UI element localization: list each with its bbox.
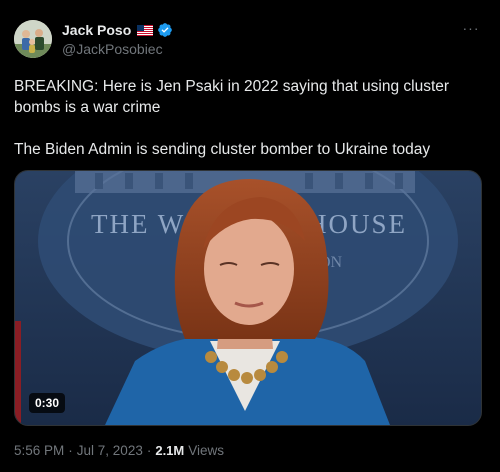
video-thumbnail: THE W HOUSE ON [15, 171, 481, 425]
more-options-icon[interactable]: ··· [460, 20, 482, 36]
tweet-text: BREAKING: Here is Jen Psaki in 2022 sayi… [14, 78, 450, 158]
meta-separator-2: · [146, 443, 152, 458]
meta-separator: · [68, 443, 73, 458]
us-flag-icon [137, 24, 154, 36]
tweet: Jack Poso @JackPosobiec ··· BREAKING: He… [0, 0, 500, 472]
user-handle[interactable]: @JackPosobiec [62, 41, 173, 57]
views-count: 2.1M [155, 443, 185, 458]
name-row: Jack Poso [62, 21, 173, 39]
avatar[interactable] [14, 20, 52, 58]
tweet-time[interactable]: 5:56 PM [14, 443, 64, 458]
views-label: Views [188, 443, 225, 458]
video-player[interactable]: THE W HOUSE ON 0:30 [14, 170, 482, 426]
author-block: Jack Poso @JackPosobiec [62, 21, 173, 57]
tweet-date[interactable]: Jul 7, 2023 [77, 443, 143, 458]
tweet-metadata: 5:56 PM · Jul 7, 2023 · 2.1M Views [14, 443, 224, 458]
verified-badge-icon[interactable] [157, 22, 173, 38]
display-name[interactable]: Jack Poso [62, 22, 131, 38]
backdrop-text-left: THE W [91, 209, 185, 239]
video-duration: 0:30 [29, 393, 66, 413]
